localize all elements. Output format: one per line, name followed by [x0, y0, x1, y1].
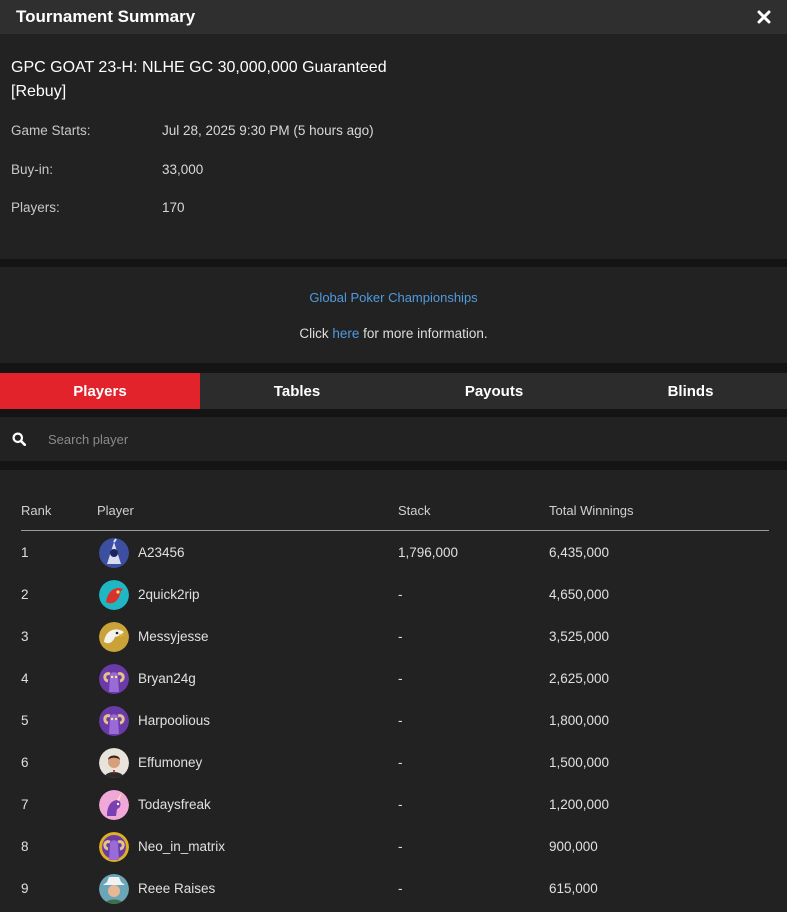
- row-rank: 6: [21, 755, 29, 770]
- tab-tables[interactable]: Tables: [200, 373, 394, 409]
- row-stack: -: [398, 881, 403, 896]
- here-link[interactable]: here: [332, 326, 359, 341]
- table-row[interactable]: 7 Todaysfreak - 1,200,000: [21, 784, 769, 826]
- table-row[interactable]: 6 Effumoney - 1,500,000: [21, 742, 769, 784]
- tournament-name-line1: GPC GOAT 23-H: NLHE GC 30,000,000 Guaran…: [11, 59, 387, 76]
- players-table: Rank Player Stack Total Winnings 1 A2345…: [0, 470, 787, 912]
- row-rank: 2: [21, 587, 29, 602]
- row-rank: 4: [21, 671, 29, 686]
- row-winnings: 2,625,000: [549, 671, 610, 686]
- row-stack: -: [398, 629, 403, 644]
- dragon-avatar: [99, 580, 129, 610]
- row-stack: -: [398, 671, 403, 686]
- ram-avatar: [99, 706, 129, 736]
- row-winnings: 615,000: [549, 881, 598, 896]
- promo-panel: Global Poker Championships Click here fo…: [0, 267, 787, 363]
- header-stack: Stack: [398, 503, 431, 518]
- row-stack: -: [398, 587, 403, 602]
- tab-payouts[interactable]: Payouts: [394, 373, 594, 409]
- title-bar: Tournament Summary: [0, 0, 787, 34]
- row-winnings: 3,525,000: [549, 629, 610, 644]
- row-stack: 1,796,000: [398, 545, 459, 560]
- row-player-name: Harpoolious: [138, 713, 211, 728]
- search-input[interactable]: [48, 427, 748, 451]
- tournament-name: GPC GOAT 23-H: NLHE GC 30,000,000 Guaran…: [11, 56, 411, 104]
- search-bar: [0, 417, 787, 461]
- row-player-name: Neo_in_matrix: [138, 839, 226, 854]
- search-icon: [12, 432, 26, 446]
- row-rank: 9: [21, 881, 29, 896]
- row-player-name: 2quick2rip: [138, 587, 200, 602]
- row-stack: -: [398, 839, 403, 854]
- eagle-avatar: [99, 622, 129, 652]
- header-rank: Rank: [21, 503, 52, 518]
- tab-blinds[interactable]: Blinds: [594, 373, 787, 409]
- row-stack: -: [398, 797, 403, 812]
- tournament-name-line2: [Rebuy]: [11, 83, 67, 100]
- close-button[interactable]: [755, 8, 773, 26]
- row-stack: -: [398, 755, 403, 770]
- row-winnings: 900,000: [549, 839, 598, 854]
- game-starts-label: Game Starts:: [11, 123, 91, 138]
- buyin-value: 33,000: [162, 162, 204, 177]
- table-row[interactable]: 1 A23456 1,796,000 6,435,000: [21, 532, 769, 574]
- tournament-info-panel: GPC GOAT 23-H: NLHE GC 30,000,000 Guaran…: [0, 34, 787, 259]
- row-rank: 7: [21, 797, 29, 812]
- unicorn-avatar: [99, 790, 129, 820]
- players-value: 170: [162, 200, 185, 215]
- more-info-prefix: Click: [299, 326, 333, 341]
- window-title: Tournament Summary: [16, 7, 196, 26]
- row-winnings: 4,650,000: [549, 587, 610, 602]
- championships-link[interactable]: Global Poker Championships: [0, 290, 787, 305]
- table-row[interactable]: 3 Messyjesse - 3,525,000: [21, 616, 769, 658]
- row-player-name: Messyjesse: [138, 629, 209, 644]
- ram-avatar: [99, 664, 129, 694]
- row-rank: 8: [21, 839, 29, 854]
- game-starts-value: Jul 28, 2025 9:30 PM (5 hours ago): [162, 123, 374, 138]
- ram-avatar: [99, 832, 129, 862]
- row-winnings: 1,200,000: [549, 797, 610, 812]
- row-player-name: Bryan24g: [138, 671, 196, 686]
- row-rank: 1: [21, 545, 29, 560]
- man-avatar: [99, 748, 129, 778]
- tab-bar: Players Tables Payouts Blinds: [0, 373, 787, 409]
- tab-players[interactable]: Players: [0, 373, 200, 409]
- table-row[interactable]: 5 Harpoolious - 1,800,000: [21, 700, 769, 742]
- row-player-name: Reee Raises: [138, 881, 216, 896]
- row-player-name: Effumoney: [138, 755, 203, 770]
- row-winnings: 1,800,000: [549, 713, 610, 728]
- header-winnings: Total Winnings: [549, 503, 634, 518]
- row-rank: 5: [21, 713, 29, 728]
- close-icon: [757, 10, 771, 24]
- more-info-suffix: for more information.: [359, 326, 488, 341]
- row-player-name: A23456: [138, 545, 185, 560]
- table-row[interactable]: 9 Reee Raises - 615,000: [21, 868, 769, 910]
- more-info-text: Click here for more information.: [0, 326, 787, 341]
- players-label: Players:: [11, 200, 60, 215]
- row-winnings: 6,435,000: [549, 545, 610, 560]
- row-player-name: Todaysfreak: [138, 797, 211, 812]
- wizard-avatar: [99, 538, 129, 568]
- table-row[interactable]: 4 Bryan24g - 2,625,000: [21, 658, 769, 700]
- row-stack: -: [398, 713, 403, 728]
- cowboy-avatar: [99, 874, 129, 904]
- row-rank: 3: [21, 629, 29, 644]
- header-player: Player: [97, 503, 134, 518]
- table-row[interactable]: 8 Neo_in_matrix - 900,000: [21, 826, 769, 868]
- table-header: Rank Player Stack Total Winnings: [21, 503, 769, 531]
- buyin-label: Buy-in:: [11, 162, 54, 177]
- table-row[interactable]: 2 2quick2rip - 4,650,000: [21, 574, 769, 616]
- row-winnings: 1,500,000: [549, 755, 610, 770]
